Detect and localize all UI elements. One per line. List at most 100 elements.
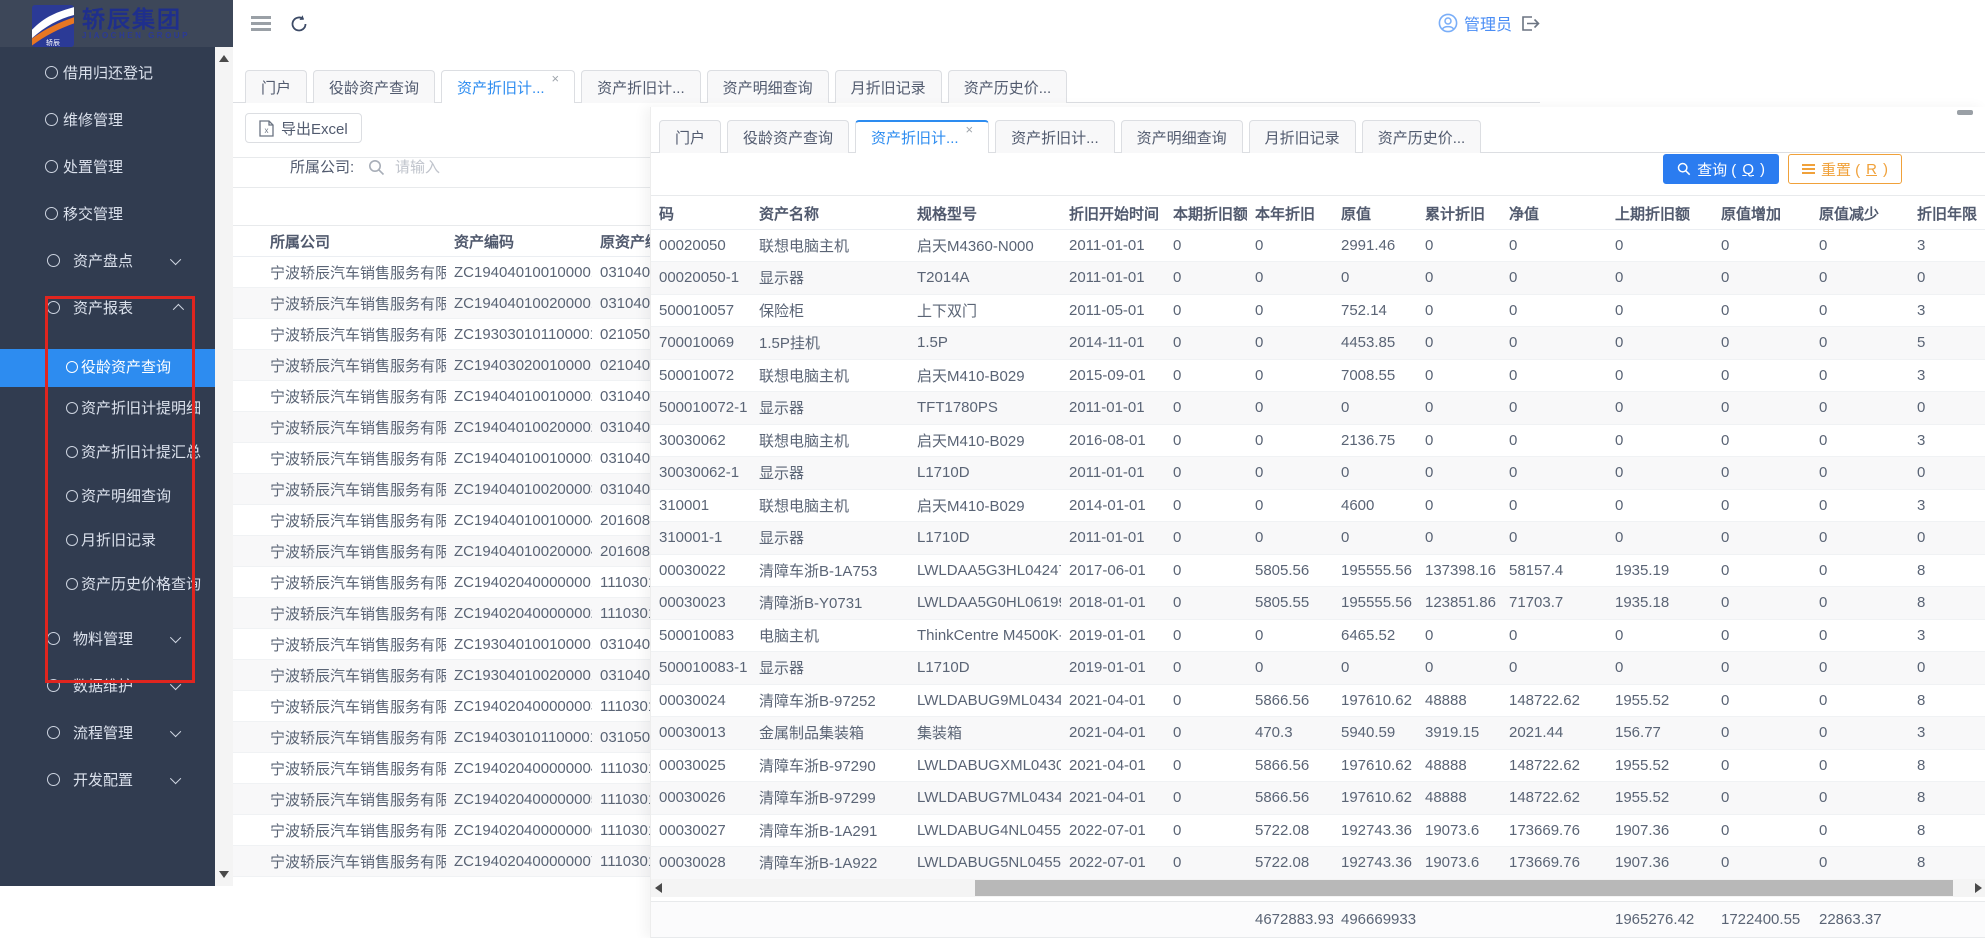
- submenu-item-5-4[interactable]: 月折旧记录: [0, 519, 215, 563]
- table-row[interactable]: 00030022清障车浙B-1A753LWLDAA5G3HL0424742017…: [651, 554, 1985, 587]
- tab-4[interactable]: 资产明细查询: [707, 70, 829, 103]
- table-row[interactable]: 00030013金属制品集装箱集装箱2021-04-010470.35940.5…: [651, 717, 1985, 750]
- export-excel-button[interactable]: x 导出Excel: [245, 113, 362, 143]
- submenu-item-5-2[interactable]: 资产折旧计提汇总: [0, 431, 215, 475]
- table-cell: 0: [1811, 619, 1909, 652]
- refresh-icon[interactable]: [288, 13, 310, 35]
- tab-close-icon[interactable]: ×: [552, 73, 560, 85]
- sidebar-item-label: 移交管理: [63, 203, 123, 224]
- table-row[interactable]: 00030026清障车浙B-97299LWLDABUG7ML0434182021…: [651, 782, 1985, 815]
- summary-cell: [651, 902, 751, 938]
- table-cell: 宁波轿辰汽车销售服务有限公司: [233, 350, 446, 381]
- scroll-right-arrow-icon[interactable]: [1975, 883, 1982, 893]
- table-cell: 2018-01-01: [1061, 587, 1165, 620]
- tab-1[interactable]: 役龄资产查询: [313, 70, 435, 103]
- table-row[interactable]: 00020050联想电脑主机启天M4360-N0002011-01-010029…: [651, 229, 1985, 262]
- tab-6[interactable]: 资产历史价...: [948, 70, 1068, 103]
- table-cell: 启天M410-B029: [909, 489, 1061, 522]
- scroll-up-arrow-icon[interactable]: [219, 55, 229, 62]
- sidebar-item-6[interactable]: 物料管理: [0, 615, 215, 662]
- table-cell: 0: [1713, 359, 1811, 392]
- table-row[interactable]: 00030023清障浙B-Y0731LWLDAA5G0HL0619982018-…: [651, 587, 1985, 620]
- user-menu[interactable]: 管理员: [1438, 11, 1540, 35]
- query-hotkey: Q: [1742, 161, 1754, 178]
- table-row[interactable]: 30030062联想电脑主机启天M410-B0292016-08-0100213…: [651, 424, 1985, 457]
- tab-3[interactable]: 资产折旧计...: [995, 120, 1115, 153]
- reset-button[interactable]: 重置 (R): [1788, 154, 1902, 184]
- scroll-left-arrow-icon[interactable]: [655, 883, 662, 893]
- scrollbar-up-indicator[interactable]: [1957, 110, 1973, 115]
- table-cell: 0: [1501, 424, 1607, 457]
- table-cell: 0: [1607, 294, 1713, 327]
- table-cell: 0: [1811, 717, 1909, 750]
- company-search-input[interactable]: [395, 159, 615, 176]
- sidebar-item-5[interactable]: 资产报表: [0, 284, 215, 331]
- logout-icon[interactable]: [1518, 13, 1540, 33]
- sidebar-item-3[interactable]: 移交管理: [0, 190, 215, 237]
- table-cell: 0: [1607, 262, 1713, 295]
- table-cell: 5940.59: [1333, 717, 1417, 750]
- table-cell: 0: [1165, 457, 1247, 490]
- sidebar-item-4[interactable]: 资产盘点: [0, 237, 215, 284]
- company-search-box[interactable]: [368, 149, 658, 185]
- table-row[interactable]: 00030024清障车浙B-97252LWLDABUG9ML0434192021…: [651, 684, 1985, 717]
- sidebar-item-8[interactable]: 流程管理: [0, 709, 215, 756]
- submenu-item-5-0-active[interactable]: 役龄资产查询: [0, 349, 215, 387]
- scroll-down-arrow-icon[interactable]: [219, 871, 229, 878]
- table-cell: 0: [1501, 327, 1607, 360]
- table-cell: 197610.62: [1333, 749, 1417, 782]
- tab-2-active[interactable]: 资产折旧计...×: [441, 70, 575, 103]
- table-cell: 0: [1247, 619, 1333, 652]
- sidebar-item-2[interactable]: 处置管理: [0, 143, 215, 190]
- table-row[interactable]: 500010057保险柜上下双门2011-05-0100752.14000003: [651, 294, 1985, 327]
- table-row[interactable]: 00020050-1显示器T2014A2011-01-01000000000: [651, 262, 1985, 295]
- table-cell: 19073.6: [1417, 847, 1501, 880]
- table-cell: 0: [1247, 229, 1333, 262]
- scrollbar-thumb[interactable]: [975, 880, 1953, 896]
- table-row[interactable]: 500010083-1显示器L1710D2019-01-01000000000: [651, 652, 1985, 685]
- table-row[interactable]: 30030062-1显示器L1710D2011-01-01000000000: [651, 457, 1985, 490]
- chevron-down-icon: [170, 725, 181, 736]
- table-cell: 0: [1165, 489, 1247, 522]
- tab-6[interactable]: 资产历史价...: [1362, 120, 1482, 153]
- table-row[interactable]: 500010072联想电脑主机启天M410-B0292015-09-010070…: [651, 359, 1985, 392]
- tab-0[interactable]: 门户: [659, 120, 721, 153]
- tab-5[interactable]: 月折旧记录: [835, 70, 942, 103]
- table-cell: 0: [1501, 652, 1607, 685]
- sidebar-item-1[interactable]: 维修管理: [0, 96, 215, 143]
- hamburger-menu-icon[interactable]: [251, 22, 271, 25]
- table-cell: 197610.62: [1333, 684, 1417, 717]
- submenu-item-5-1[interactable]: 资产折旧计提明细: [0, 387, 215, 431]
- table-cell: 0: [1811, 457, 1909, 490]
- table-cell: ZC194020400000002: [446, 598, 592, 629]
- table-cell: 0: [1713, 587, 1811, 620]
- table-row[interactable]: 00030027清障车浙B-1A291LWLDABUG4NL0455502022…: [651, 814, 1985, 847]
- table-cell: 显示器: [751, 262, 909, 295]
- table-row[interactable]: 500010083电脑主机ThinkCentre M4500K-...2019-…: [651, 619, 1985, 652]
- table-cell: ZC194030200100001: [446, 350, 592, 381]
- table-row[interactable]: 00030025清障车浙B-97290LWLDABUGXML0430562021…: [651, 749, 1985, 782]
- tab-2-active[interactable]: 资产折旧计...×: [855, 120, 989, 153]
- sidebar-item-9[interactable]: 开发配置: [0, 756, 215, 803]
- table-row[interactable]: 310001-1显示器L1710D2011-01-01000000000: [651, 522, 1985, 555]
- query-button[interactable]: 查询 (Q): [1663, 154, 1779, 184]
- table-cell: 5: [1909, 327, 1985, 360]
- table-cell: 3: [1909, 619, 1985, 652]
- tab-3[interactable]: 资产折旧计...: [581, 70, 701, 103]
- tab-0[interactable]: 门户: [245, 70, 307, 103]
- horizontal-scrollbar[interactable]: [651, 879, 1985, 897]
- sidebar-item-0[interactable]: 借用归还登记: [0, 49, 215, 96]
- table-row[interactable]: 00030028清障车浙B-1A922LWLDABUG5NL0455732022…: [651, 847, 1985, 880]
- tab-5[interactable]: 月折旧记录: [1249, 120, 1356, 153]
- submenu-item-5-3[interactable]: 资产明细查询: [0, 475, 215, 519]
- tab-1[interactable]: 役龄资产查询: [727, 120, 849, 153]
- tab-4[interactable]: 资产明细查询: [1121, 120, 1243, 153]
- tab-close-icon[interactable]: ×: [966, 124, 974, 136]
- sidebar-scrollbar[interactable]: [215, 47, 233, 886]
- submenu-item-5-5[interactable]: 资产历史价格查询: [0, 563, 215, 607]
- table-row[interactable]: 500010072-1显示器TFT1780PS2011-01-010000000…: [651, 392, 1985, 425]
- table-row[interactable]: 310001联想电脑主机启天M410-B0292014-01-010046000…: [651, 489, 1985, 522]
- table-cell: 0: [1165, 782, 1247, 815]
- sidebar-item-7[interactable]: 数据维护: [0, 662, 215, 709]
- table-row[interactable]: 7000100691.5P挂机1.5P2014-11-01004453.8500…: [651, 327, 1985, 360]
